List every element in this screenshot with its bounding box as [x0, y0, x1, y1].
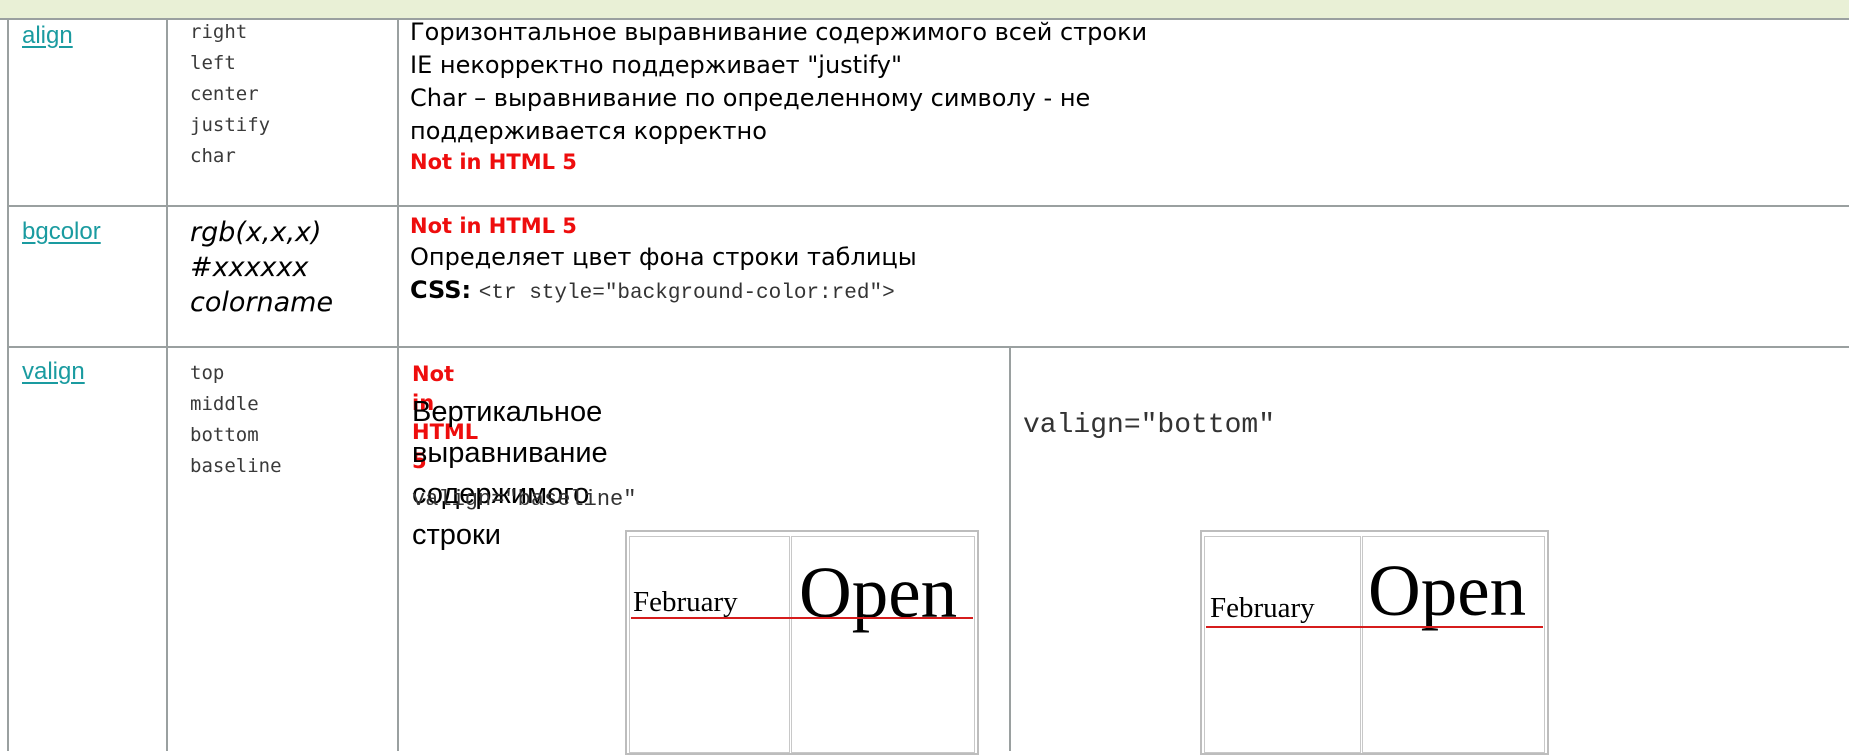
value-item: right — [190, 21, 248, 43]
value-item: baseline — [190, 455, 282, 477]
not-in-html5-note: Not in HTML 5 — [410, 150, 577, 174]
desc-line: Определяет цвет фона строки таблицы — [410, 243, 917, 271]
demo-word-big: Open — [1368, 550, 1527, 631]
value-item: justify — [190, 114, 271, 136]
desc-line: Горизонтальное выравнивание содержимого … — [410, 18, 1148, 46]
row-divider-2 — [7, 346, 1849, 348]
value-item: center — [190, 83, 259, 105]
attr-link-align[interactable]: align — [22, 22, 73, 50]
row-divider-1 — [7, 205, 1849, 207]
demo-cell-left — [629, 536, 790, 753]
baseline-redline — [631, 617, 973, 619]
bottom-demo-image: February Open — [1200, 530, 1549, 755]
align-description: Горизонтальное выравнивание содержимого … — [410, 16, 1830, 177]
example-bottom-label: valign="bottom" — [1023, 410, 1276, 441]
baseline-demo-image: February Open — [625, 530, 979, 755]
valign-values-list: top middle bottom baseline — [190, 358, 282, 482]
table-border-left — [7, 18, 9, 751]
bottom-redline — [1206, 626, 1543, 628]
desc-line: IE некорректно поддерживает "justify" — [410, 51, 902, 79]
value-item: left — [190, 52, 236, 74]
align-values-list: right left center justify char — [190, 17, 270, 172]
column-divider-1 — [166, 18, 168, 751]
demo-word-small: February — [1210, 592, 1315, 624]
value-item: top — [190, 362, 225, 384]
bgcolor-description: Not in HTML 5 Определяет цвет фона строк… — [410, 212, 1830, 310]
attr-link-valign[interactable]: valign — [22, 358, 85, 386]
demo-word-small: February — [633, 586, 738, 618]
demo-cell-left — [1204, 536, 1361, 753]
attr-link-bgcolor[interactable]: bgcolor — [22, 218, 101, 246]
value-item: rgb(x,x,x) — [190, 217, 322, 248]
column-divider-3 — [1009, 347, 1011, 751]
valign-description: Вертикальное выравнивание содержимого ст… — [412, 392, 608, 556]
value-item: middle — [190, 393, 259, 415]
css-code: <tr style="background-color:red"> — [478, 282, 895, 305]
css-label: CSS: — [410, 276, 472, 304]
example-baseline-label: valign="baseline" — [412, 487, 637, 512]
not-in-html5-note: Not in HTML 5 — [410, 214, 577, 238]
column-divider-2 — [397, 18, 399, 751]
bgcolor-values-list: rgb(x,x,x) #xxxxxx colorname — [190, 215, 333, 320]
value-item: bottom — [190, 424, 259, 446]
css-example: CSS: <tr style="background-color:red"> — [410, 274, 1830, 310]
desc-line: поддерживается корректно — [410, 117, 767, 145]
desc-line: Вертикальное выравнивание — [412, 396, 608, 469]
value-item: #xxxxxx — [190, 252, 309, 283]
value-item: char — [190, 145, 236, 167]
value-item: colorname — [190, 287, 334, 318]
desc-line: Char – выравнивание по определенному сим… — [410, 84, 1091, 112]
